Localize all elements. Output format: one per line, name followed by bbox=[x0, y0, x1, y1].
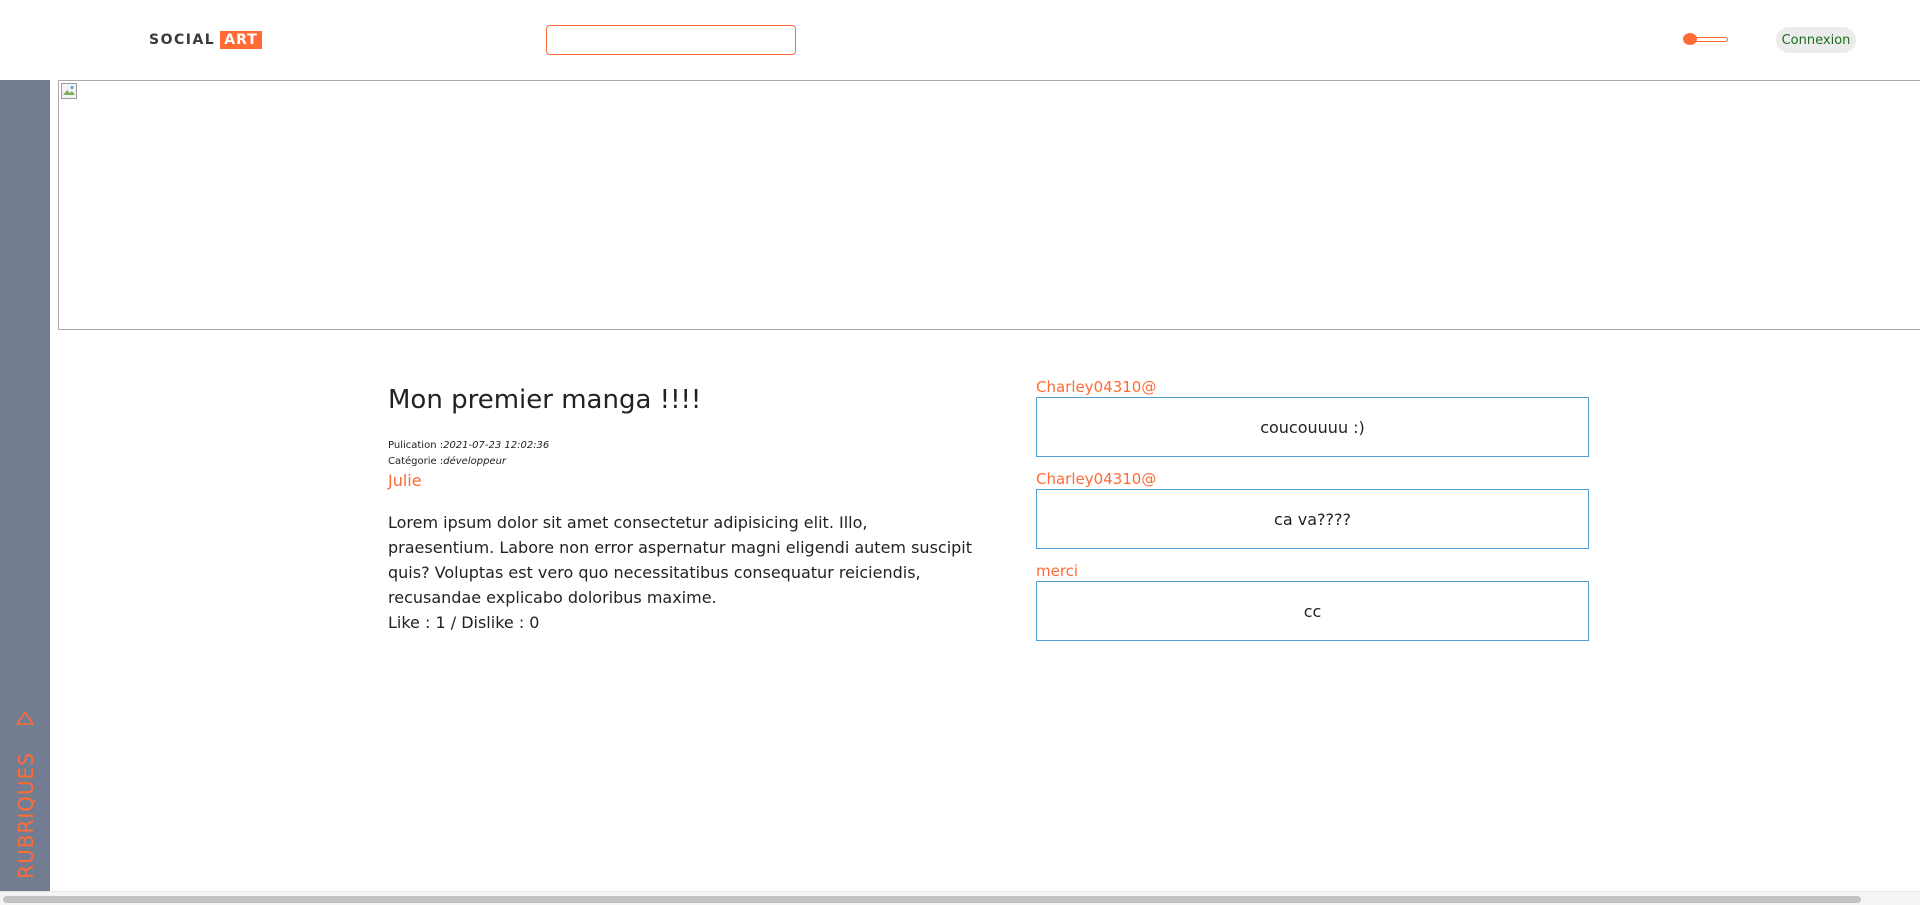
theme-toggle[interactable] bbox=[1683, 32, 1728, 46]
category: Catégorie :développeur bbox=[388, 454, 988, 470]
logo-art-badge: ART bbox=[220, 31, 262, 49]
article-meta: Pulication :2021-07-23 12:02:36 Catégori… bbox=[388, 438, 988, 470]
login-button[interactable]: Connexion bbox=[1776, 27, 1856, 53]
publication-label: Pulication : bbox=[388, 440, 444, 451]
comment-author: merci bbox=[1036, 562, 1079, 580]
sidebar: RUBRIQUES bbox=[0, 80, 50, 891]
category-label: Catégorie : bbox=[388, 456, 444, 467]
article-author[interactable]: Julie bbox=[388, 470, 988, 492]
banner-image bbox=[58, 80, 1920, 330]
triangle-up-outline-icon bbox=[16, 711, 34, 725]
header: SOCIAL ART Connexion bbox=[0, 0, 1920, 80]
comment-item: Charley04310@ ca va???? bbox=[1036, 469, 1589, 549]
comment-item: merci cc bbox=[1036, 561, 1589, 641]
publication-value: 2021-07-23 12:02:36 bbox=[443, 440, 550, 451]
horizontal-scrollbar[interactable] bbox=[0, 891, 1920, 905]
article-body: Lorem ipsum dolor sit amet consectetur a… bbox=[388, 513, 973, 607]
logo-social-text: SOCIAL bbox=[149, 32, 216, 48]
article-reactions: Like : 1 / Dislike : 0 bbox=[388, 613, 540, 632]
comment-text: ca va???? bbox=[1036, 489, 1589, 549]
broken-image-icon bbox=[61, 83, 77, 99]
comment-text: coucouuuu :) bbox=[1036, 397, 1589, 457]
search-input[interactable] bbox=[546, 25, 796, 55]
rubriques-label: RUBRIQUES bbox=[14, 752, 38, 879]
publication-date: Pulication :2021-07-23 12:02:36 bbox=[388, 438, 988, 454]
comment-author: Charley04310@ bbox=[1036, 470, 1157, 488]
category-value: développeur bbox=[443, 456, 507, 467]
comment-text: cc bbox=[1036, 581, 1589, 641]
scrollbar-thumb[interactable] bbox=[3, 896, 1861, 903]
comment-item: Charley04310@ coucouuuu :) bbox=[1036, 377, 1589, 457]
article: Mon premier manga !!!! Pulication :2021-… bbox=[388, 380, 988, 635]
rubriques-toggle[interactable]: RUBRIQUES bbox=[0, 711, 50, 891]
logo[interactable]: SOCIAL ART bbox=[149, 31, 262, 49]
toggle-knob bbox=[1683, 33, 1697, 45]
article-title: Mon premier manga !!!! bbox=[388, 385, 702, 415]
comment-author: Charley04310@ bbox=[1036, 378, 1157, 396]
comments-list: Charley04310@ coucouuuu :) Charley04310@… bbox=[1036, 377, 1589, 653]
